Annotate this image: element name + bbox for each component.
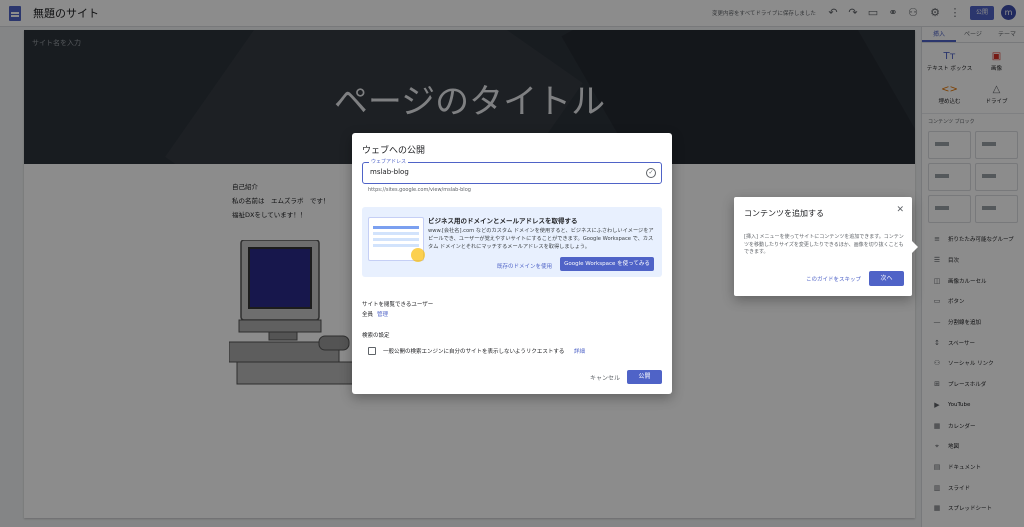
skip-guide-link[interactable]: このガイドをスキップ [806, 275, 861, 283]
close-icon[interactable]: ✕ [896, 205, 904, 215]
guide-title: コンテンツを追加する [744, 209, 824, 218]
viewers-label: サイトを閲覧できるユーザー [362, 302, 434, 308]
promo-text: www.[会社名].com などのカスタム ドメインを使用すると、ビジネスにふさ… [428, 228, 654, 250]
next-button[interactable]: 次へ [869, 271, 904, 286]
web-address-label: ウェブアドレス [369, 158, 409, 165]
manage-viewers-link[interactable]: 管理 [377, 310, 388, 318]
cancel-button[interactable]: キャンセル [590, 373, 620, 382]
web-address-field[interactable]: ウェブアドレス ✓ [362, 158, 662, 184]
workspace-promo: ビジネス用のドメインとメールアドレスを取得する www.[会社名].com など… [362, 207, 662, 277]
hide-from-search-checkbox[interactable] [368, 347, 376, 355]
web-address-url: https://sites.google.com/view/mslab-blog [368, 187, 471, 193]
web-address-input[interactable] [370, 168, 630, 176]
search-details-link[interactable]: 詳細 [574, 347, 585, 355]
guide-text: [挿入] メニューを使ってサイトにコンテンツを追加できます。コンテンツを移動した… [744, 234, 904, 255]
search-settings-label: 検索の設定 [362, 333, 390, 339]
promo-illustration [368, 217, 425, 262]
add-content-guide: コンテンツを追加する ✕ [挿入] メニューを使ってサイトにコンテンツを追加でき… [734, 197, 918, 296]
try-workspace-button[interactable]: Google Workspace を使ってみる [560, 257, 654, 271]
publish-dialog: ウェブへの公開 ウェブアドレス ✓ https://sites.google.c… [352, 133, 672, 394]
use-existing-domain-link[interactable]: 既存のドメインを使用 [497, 262, 552, 270]
promo-title: ビジネス用のドメインとメールアドレスを取得する [428, 217, 578, 225]
dialog-title: ウェブへの公開 [362, 146, 426, 156]
publish-button[interactable]: 公開 [627, 370, 662, 384]
viewers-value: 全員 [362, 312, 374, 318]
hide-from-search-text: 一般公開の検索エンジンに自分のサイトを表示しないようリクエストする [383, 349, 565, 355]
check-circle-icon: ✓ [646, 168, 656, 178]
